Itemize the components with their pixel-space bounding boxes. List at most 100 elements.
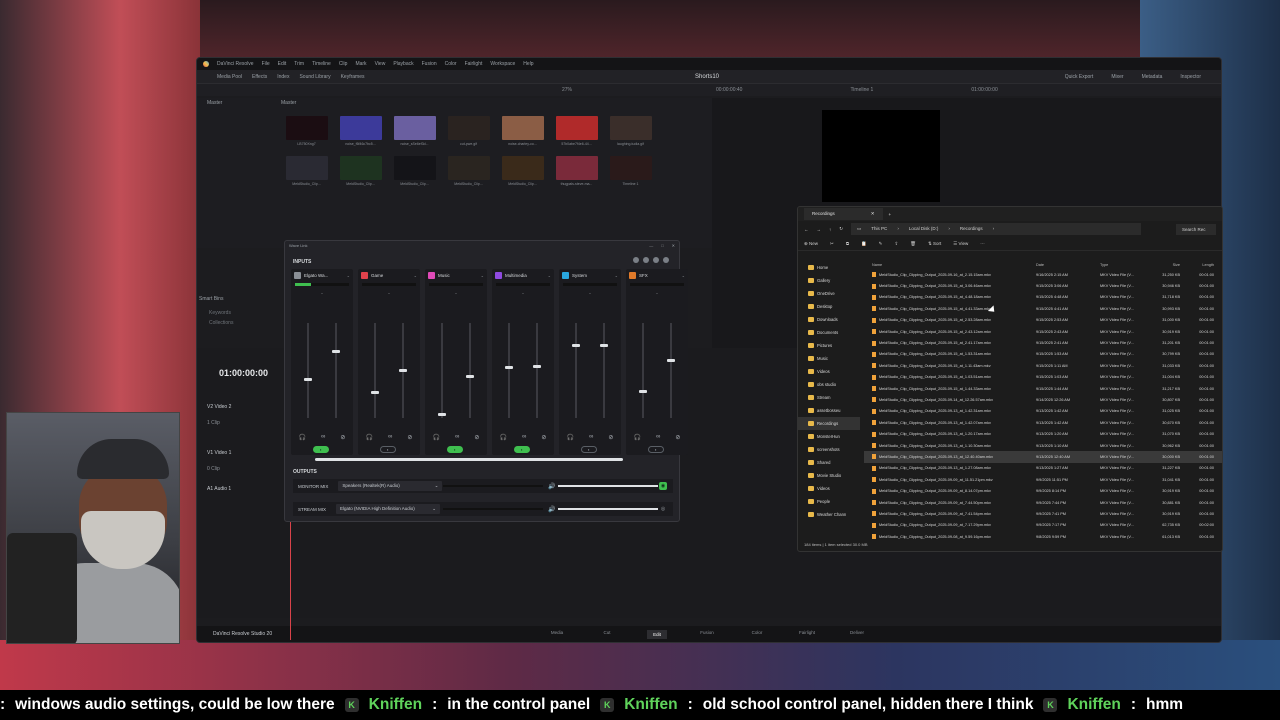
media-clip[interactable]: noise_f6f46c7bc5...: [339, 116, 382, 148]
monitor-listen-icon[interactable]: ◉: [659, 482, 667, 490]
menu-item[interactable]: Trim: [294, 61, 304, 67]
fader-knob[interactable]: [572, 344, 580, 347]
column-size[interactable]: Size: [1150, 263, 1180, 267]
column-name[interactable]: Name: [864, 263, 1036, 267]
headphone-icon[interactable]: 🎧: [299, 434, 306, 441]
metadata-button[interactable]: Metadata: [1142, 74, 1163, 80]
page-tab-media[interactable]: Media: [547, 630, 567, 639]
menu-item[interactable]: Color: [445, 61, 457, 67]
menu-item[interactable]: Timeline: [312, 61, 331, 67]
chevron-down-icon[interactable]: ⌄: [548, 273, 551, 278]
mute-icon[interactable]: ⊘: [340, 434, 345, 441]
monitor-fader[interactable]: [371, 323, 379, 418]
file-row[interactable]: MeldStudio_Clip_Clipping_Output_2025-09-…: [864, 383, 1222, 394]
mixer-button[interactable]: Mixer: [1111, 74, 1123, 80]
stream-fader[interactable]: [600, 323, 608, 418]
explorer-tab[interactable]: Recordings ✕: [804, 208, 883, 220]
media-clip[interactable]: noise-charley-co...: [501, 116, 544, 148]
nav-item[interactable]: Downloads: [798, 313, 860, 326]
media-clip[interactable]: LB750Xng7: [285, 116, 328, 148]
fader-knob[interactable]: [399, 369, 407, 372]
new-tab-icon[interactable]: +: [889, 212, 892, 217]
refresh-icon[interactable]: ↻: [839, 226, 843, 232]
mute-icon[interactable]: ⊘: [675, 434, 680, 441]
page-tab-edit[interactable]: Edit: [647, 629, 667, 639]
grid-icon[interactable]: [633, 257, 639, 263]
fader-knob[interactable]: [667, 359, 675, 362]
file-row[interactable]: MeldStudio_Clip_Clipping_Output_2025-09-…: [864, 451, 1222, 463]
stream-fader[interactable]: [399, 323, 407, 418]
chevron-down-icon[interactable]: ⌄: [615, 273, 618, 278]
media-clip[interactable]: Timeline 1: [609, 156, 652, 188]
mute-icon[interactable]: ⊘: [608, 434, 613, 441]
fader-knob[interactable]: [600, 344, 608, 347]
rename-icon[interactable]: ✎: [879, 241, 883, 247]
nav-item[interactable]: Documents: [798, 326, 860, 339]
file-row[interactable]: MeldStudio_Clip_Clipping_Output_2025-09-…: [864, 394, 1222, 405]
file-row[interactable]: MeldStudio_Clip_Clipping_Output_2025-09-…: [864, 428, 1222, 439]
file-row[interactable]: MeldStudio_Clip_Clipping_Output_2025-09-…: [864, 372, 1222, 383]
new-button[interactable]: ⊕ New: [804, 241, 818, 247]
chevron-down-icon[interactable]: ⌄: [481, 273, 484, 278]
file-row[interactable]: MeldStudio_Clip_Clipping_Output_2025-09-…: [864, 349, 1222, 360]
mute-icon[interactable]: ⊘: [407, 434, 412, 441]
channel-header[interactable]: Music ⌄: [425, 269, 487, 281]
headphone-icon[interactable]: 🎧: [366, 434, 373, 441]
speaker-icon[interactable]: 🔊: [548, 506, 555, 513]
file-row[interactable]: MeldStudio_Clip_Clipping_Output_2025-09-…: [864, 360, 1222, 371]
fader-knob[interactable]: [639, 390, 647, 393]
file-row[interactable]: MeldStudio_Clip_Clipping_Output_2025-09-…: [864, 303, 1222, 314]
sort-button[interactable]: ⇅ Sort: [928, 241, 941, 247]
headphone-icon[interactable]: 🎧: [567, 434, 574, 441]
headphone-icon[interactable]: 🎧: [634, 434, 641, 441]
cut-icon[interactable]: ✂: [830, 241, 834, 247]
menu-item[interactable]: DaVinci Resolve: [217, 61, 254, 67]
fader-knob[interactable]: [304, 378, 312, 381]
link-icon[interactable]: ∞: [656, 434, 660, 441]
file-row[interactable]: MeldStudio_Clip_Clipping_Output_2025-09-…: [864, 417, 1222, 428]
effects-button[interactable]: Effects: [252, 74, 267, 80]
nav-item[interactable]: Stream: [798, 391, 860, 404]
media-clip[interactable]: thugpals-steve-ma...: [555, 156, 598, 188]
menu-item[interactable]: View: [375, 61, 386, 67]
nav-item[interactable]: assetbosseu: [798, 404, 860, 417]
maximize-icon[interactable]: □: [661, 243, 663, 248]
delete-icon[interactable]: 🗑: [910, 241, 916, 247]
stream-device-select[interactable]: Elgato (NVIDIA High Definition Audio) ⌄: [336, 504, 441, 514]
share-icon[interactable]: ⇪: [894, 241, 898, 247]
forward-icon[interactable]: →: [817, 227, 822, 232]
stream-fader[interactable]: [332, 323, 340, 418]
stream-listen-icon[interactable]: ◎: [659, 505, 667, 513]
search-input[interactable]: Search Rec: [1176, 223, 1216, 235]
track-a1[interactable]: A1 Audio 1: [207, 486, 231, 492]
channel-toggle[interactable]: ◐: [313, 446, 329, 453]
stream-volume-slider[interactable]: [558, 508, 658, 510]
monitor-fader[interactable]: [505, 323, 513, 418]
mute-icon[interactable]: ⊘: [541, 434, 546, 441]
close-icon[interactable]: ✕: [871, 211, 875, 217]
file-row[interactable]: MeldStudio_Clip_Clipping_Output_2025-09-…: [864, 497, 1222, 508]
column-length[interactable]: Length: [1180, 263, 1214, 267]
media-clip[interactable]: 57b0abe7f4e6-44...: [555, 116, 598, 148]
index-button[interactable]: Index: [277, 74, 289, 80]
breadcrumb-item[interactable]: This PC: [871, 226, 887, 232]
file-row[interactable]: MeldStudio_Clip_Clipping_Output_2025-09-…: [864, 292, 1222, 303]
monitor-device-select[interactable]: Speakers (Realtek(R) Audio) ⌄: [338, 481, 443, 491]
media-clip[interactable]: MeldStudio_Clip...: [447, 156, 490, 188]
menu-item[interactable]: File: [262, 61, 270, 67]
monitor-fader[interactable]: [304, 323, 312, 418]
file-row[interactable]: MeldStudio_Clip_Clipping_Output_2025-09-…: [864, 337, 1222, 348]
channel-header[interactable]: System ⌄: [559, 269, 621, 281]
copy-icon[interactable]: ⧉: [846, 241, 849, 246]
file-row[interactable]: MeldStudio_Clip_Clipping_Output_2025-09-…: [864, 474, 1222, 485]
channel-header[interactable]: SFX ⌄: [626, 269, 688, 281]
fader-knob[interactable]: [505, 366, 513, 369]
nav-item[interactable]: Desktop: [798, 300, 860, 313]
breadcrumb-item[interactable]: Recordings: [960, 226, 983, 232]
nav-item[interactable]: Home: [798, 261, 860, 274]
column-type[interactable]: Type: [1100, 263, 1150, 267]
nav-item[interactable]: Videos: [798, 365, 860, 378]
channel-scrollbar[interactable]: [315, 458, 623, 461]
stream-fader[interactable]: [533, 323, 541, 418]
menu-item[interactable]: Fairlight: [465, 61, 483, 67]
